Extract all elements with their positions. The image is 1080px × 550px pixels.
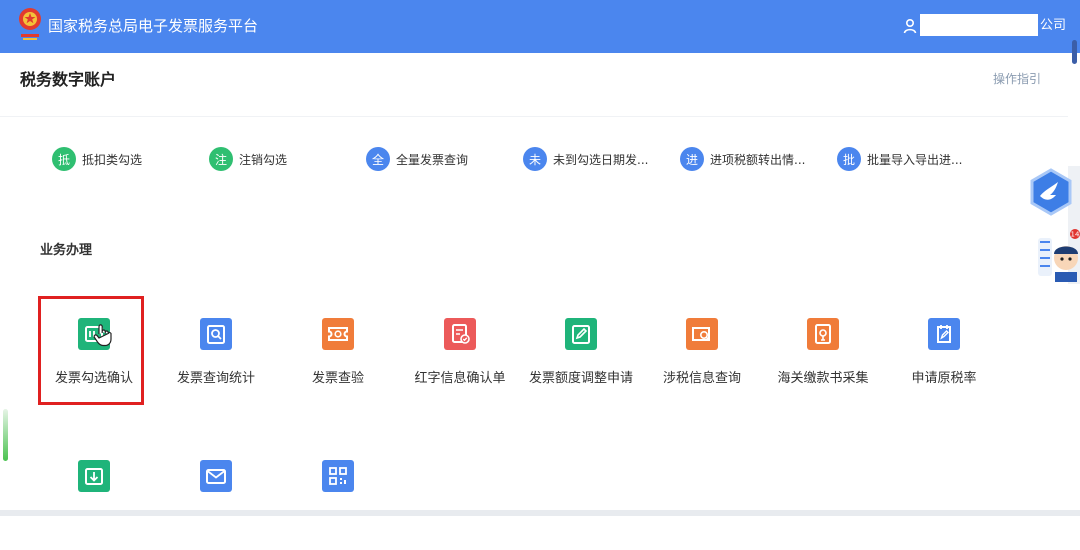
tax-info-search-icon <box>686 318 718 350</box>
quick-action-label: 全量发票查询 <box>396 152 469 167</box>
quick-action-not-due-invoices[interactable]: 未 未到勾选日期发... <box>523 147 648 171</box>
guide-link[interactable]: 操作指引 <box>993 70 1041 88</box>
quick-action-label: 未到勾选日期发... <box>553 152 649 167</box>
tile-label: 发票查验 <box>311 371 364 386</box>
tax-assistant-icon[interactable]: 14 <box>1036 228 1080 282</box>
selection-highlight <box>38 296 144 405</box>
top-header: 国家税务总局电子发票服务平台 公司 <box>0 0 1080 53</box>
red-letter-doc-icon <box>444 318 476 350</box>
quick-action-badge: 抵 <box>52 147 76 171</box>
quick-action-cancel-select[interactable]: 注 注销勾选 <box>209 147 287 171</box>
quick-action-badge: 批 <box>837 147 861 171</box>
quick-action-badge: 全 <box>366 147 390 171</box>
ticket-verify-icon <box>322 318 354 350</box>
tile-quota-adjust-apply[interactable]: 发票额度调整申请 <box>521 296 641 408</box>
tile-apply-original-rate[interactable]: 申请原税率 <box>884 296 1004 408</box>
quick-action-label: 抵扣类勾选 <box>82 152 143 167</box>
quick-action-label: 注销勾选 <box>239 152 288 167</box>
section-title: 业务办理 <box>40 243 93 258</box>
tile-qr-code[interactable] <box>278 438 398 550</box>
tile-label: 发票额度调整申请 <box>528 371 633 386</box>
mail-icon <box>200 460 232 492</box>
download-box-icon <box>78 460 110 492</box>
app-title: 国家税务总局电子发票服务平台 <box>48 17 259 35</box>
tile-label: 涉税信息查询 <box>662 371 741 386</box>
quick-action-input-tax-transfer[interactable]: 进 进项税额转出情... <box>680 147 805 171</box>
bird-badge-icon[interactable] <box>1029 168 1073 216</box>
tile-label: 海关缴款书采集 <box>777 371 869 386</box>
quick-action-batch-import-export[interactable]: 批 批量导入导出进... <box>837 147 962 171</box>
quota-edit-icon <box>565 318 597 350</box>
tile-download[interactable] <box>34 438 154 550</box>
tile-label: 红字信息确认单 <box>414 371 506 386</box>
tile-label: 申请原税率 <box>911 371 977 386</box>
user-name[interactable] <box>920 14 1038 36</box>
tile-invoice-query-stats[interactable]: 发票查询统计 <box>156 296 276 408</box>
divider <box>0 116 1068 117</box>
tax-emblem-icon[interactable] <box>17 6 43 44</box>
quick-action-badge: 未 <box>523 147 547 171</box>
qr-code-icon <box>322 460 354 492</box>
tile-label: 发票查询统计 <box>176 371 255 386</box>
invoice-search-icon <box>200 318 232 350</box>
quick-action-label: 进项税额转出情... <box>710 152 806 167</box>
quick-action-full-invoice-query[interactable]: 全 全量发票查询 <box>366 147 468 171</box>
apply-rate-icon <box>928 318 960 350</box>
tile-red-letter-confirmation[interactable]: 红字信息确认单 <box>400 296 520 408</box>
customs-doc-icon <box>807 318 839 350</box>
tile-invoice-verify[interactable]: 发票查验 <box>278 296 398 408</box>
quick-action-badge: 进 <box>680 147 704 171</box>
user-name-suffix[interactable]: 公司 <box>1040 16 1066 36</box>
quick-action-label: 批量导入导出进... <box>867 152 963 167</box>
assistant-badge-count: 14 <box>1071 231 1080 239</box>
horizontal-scrollbar[interactable] <box>0 510 1080 516</box>
quick-action-badge: 注 <box>209 147 233 171</box>
hand-pointer-icon <box>93 324 112 347</box>
page-scrollbar[interactable] <box>1072 40 1077 64</box>
tile-customs-payment-collect[interactable]: 海关缴款书采集 <box>763 296 883 408</box>
user-icon[interactable] <box>903 18 917 34</box>
quick-action-deduction-select[interactable]: 抵 抵扣类勾选 <box>52 147 142 171</box>
left-scroll-indicator[interactable] <box>3 409 8 461</box>
page-title: 税务数字账户 <box>20 70 117 89</box>
tile-message[interactable] <box>156 438 276 550</box>
tile-tax-info-query[interactable]: 涉税信息查询 <box>642 296 762 408</box>
